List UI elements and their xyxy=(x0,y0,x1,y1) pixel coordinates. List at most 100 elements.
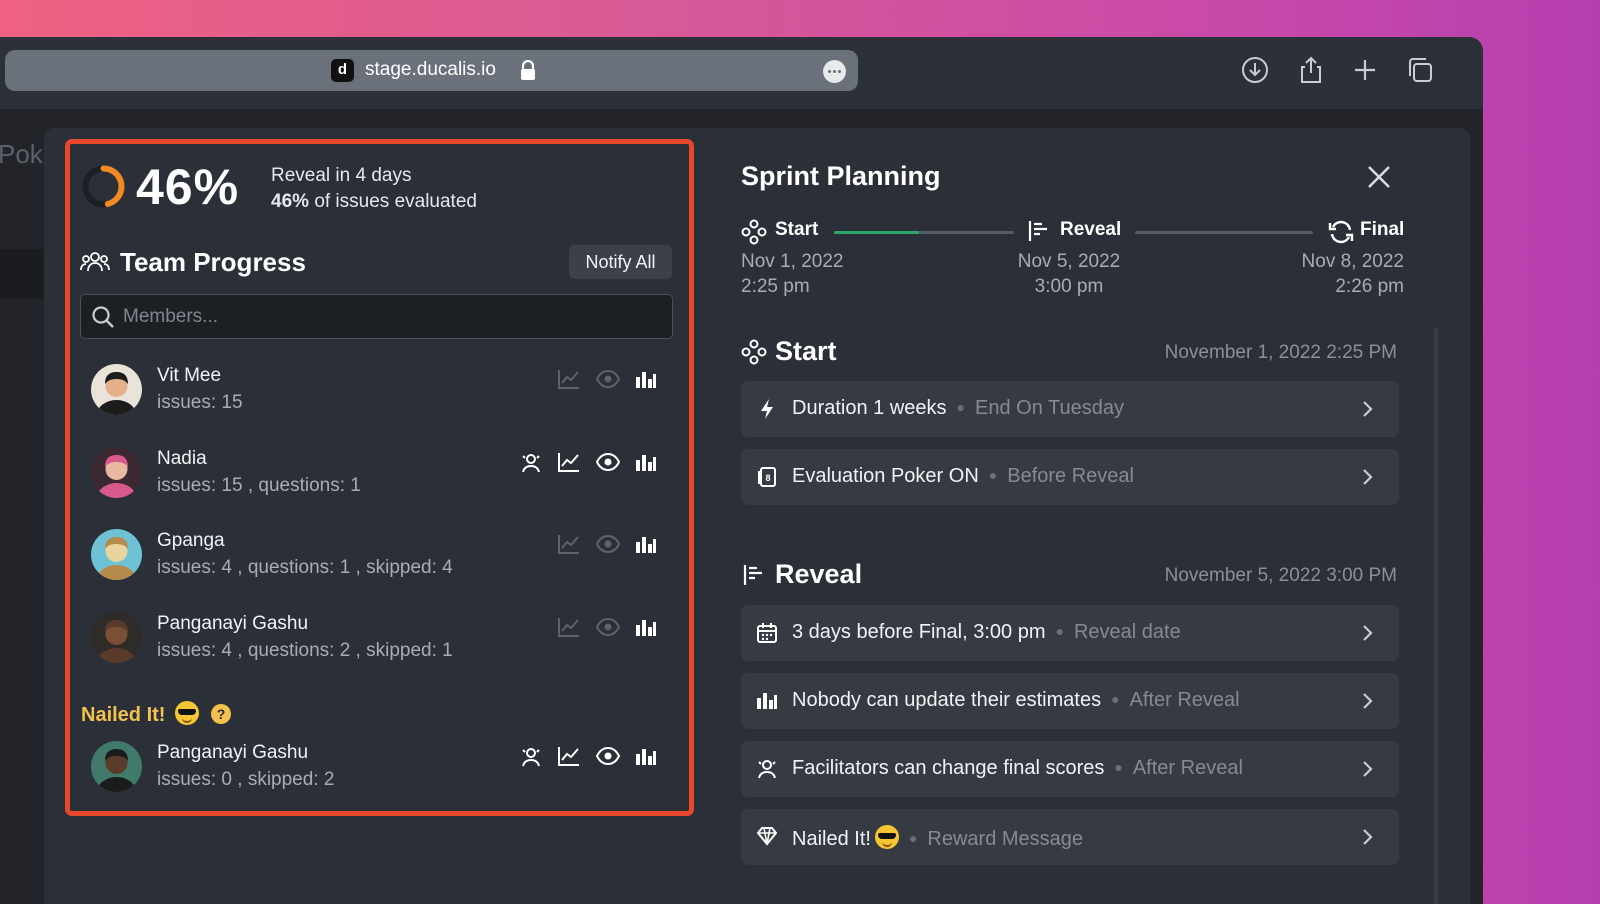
separator-dot: ● xyxy=(908,830,918,846)
final-date: Nov 8, 2022 xyxy=(1301,251,1404,272)
download-icon[interactable] xyxy=(1240,55,1270,85)
setting-row[interactable]: Nobody can update their estimates ● After … xyxy=(741,673,1399,729)
avatar xyxy=(91,741,142,792)
setting-row[interactable]: 8 Evaluation Poker ON ● Before Reveal xyxy=(741,449,1399,505)
start-section-icon xyxy=(741,339,767,365)
card-icon: 8 xyxy=(756,466,778,488)
timeline-reveal-date: Nov 5, 2022 3:00 pm xyxy=(1004,249,1134,299)
separator-dot: ● xyxy=(1055,623,1064,639)
setting-hint: After Reveal xyxy=(1129,689,1240,711)
timeline-progress xyxy=(834,231,919,234)
team-icon xyxy=(80,252,110,272)
team-progress-panel: 46% Reveal in 4 days 46% of issues evalu… xyxy=(65,139,694,816)
member-name: Vit Mee xyxy=(157,365,222,386)
site-favicon: d xyxy=(331,59,354,82)
timeline-start-date: Nov 1, 2022 2:25 pm xyxy=(741,249,843,299)
setting-row[interactable]: Facilitators can change final scores ● Aft… xyxy=(741,741,1399,797)
member-name: Gpanga xyxy=(157,530,225,551)
reveal-date: Nov 5, 2022 xyxy=(1017,251,1121,272)
member-row[interactable]: Vit Mee issues: 15 xyxy=(80,364,673,424)
setting-value: 3 days before Final, 3:00 pm xyxy=(792,621,1046,643)
reveal-section-title: Reveal xyxy=(775,559,863,589)
member-row[interactable]: Gpanga issues: 4 , questions: 1 , skippe… xyxy=(80,529,673,589)
eye-icon[interactable] xyxy=(595,617,621,639)
setting-row[interactable]: 3 days before Final, 3:00 pm ● Reveal date xyxy=(741,605,1399,661)
bars-icon xyxy=(756,690,778,712)
close-icon[interactable] xyxy=(1364,162,1394,192)
member-row[interactable]: Nadia issues: 15 , questions: 1 xyxy=(80,446,673,507)
members-search-input[interactable] xyxy=(123,301,653,333)
chart-icon[interactable] xyxy=(558,369,582,391)
chevron-right-icon xyxy=(1363,761,1373,777)
url-text[interactable]: stage.ducalis.io xyxy=(365,59,496,81)
evaluated-percent: 46% xyxy=(271,191,310,212)
search-icon xyxy=(92,306,114,328)
browser-toolbar: d stage.ducalis.io xyxy=(0,37,1483,109)
setting-text: Evaluation Poker ON ● Before Reveal xyxy=(792,465,1134,488)
setting-value: Nailed It! xyxy=(792,828,871,850)
share-icon[interactable] xyxy=(1296,55,1326,85)
setting-row[interactable]: Duration 1 weeks ● End On Tuesday xyxy=(741,381,1399,437)
progress-ring-icon xyxy=(82,165,125,208)
start-icon xyxy=(741,219,767,245)
setting-hint: Reveal date xyxy=(1073,621,1181,643)
bar-chart-icon[interactable] xyxy=(635,452,659,474)
svg-text:8: 8 xyxy=(765,473,770,483)
sunglasses-emoji-icon xyxy=(874,825,899,849)
scrollbar[interactable] xyxy=(1434,328,1438,904)
nailed-it-label: Nailed It! xyxy=(81,701,200,727)
setting-text: Duration 1 weeks ● End On Tuesday xyxy=(792,397,1124,420)
chevron-right-icon xyxy=(1363,829,1373,845)
chart-icon[interactable] xyxy=(558,617,582,639)
help-icon[interactable]: ? xyxy=(211,704,231,724)
tabs-overview-icon[interactable] xyxy=(1405,55,1435,85)
final-refresh-icon xyxy=(1328,220,1354,244)
member-row[interactable]: Panganayi Gashu issues: 4 , questions: 2… xyxy=(80,611,673,672)
member-name: Panganayi Gashu xyxy=(157,742,309,763)
member-name: Panganayi Gashu xyxy=(157,612,309,634)
lock-icon xyxy=(520,59,536,86)
new-tab-icon[interactable] xyxy=(1350,55,1380,85)
bar-chart-icon[interactable] xyxy=(635,369,659,391)
setting-value: Duration 1 weeks xyxy=(792,397,947,419)
eye-icon[interactable] xyxy=(595,534,621,556)
bar-chart-icon[interactable] xyxy=(635,617,659,639)
timeline-reveal-label: Reveal xyxy=(1060,219,1122,240)
setting-hint: Before Reveal xyxy=(1007,465,1134,487)
notify-all-button[interactable]: Notify All xyxy=(569,245,672,279)
evaluated-suffix: of issues evaluated xyxy=(314,191,477,212)
facilitator-icon xyxy=(756,758,778,780)
chevron-right-icon xyxy=(1363,469,1373,485)
chevron-right-icon xyxy=(1363,625,1373,641)
member-actions xyxy=(520,617,670,639)
chart-icon[interactable] xyxy=(558,534,582,556)
member-actions xyxy=(520,534,670,556)
eye-icon[interactable] xyxy=(595,369,621,391)
calendar-icon xyxy=(756,622,778,644)
reveal-time: 3:00 pm xyxy=(1034,276,1104,297)
setting-text: 3 days before Final, 3:00 pm ● Reveal date xyxy=(792,621,1181,644)
chart-icon[interactable] xyxy=(558,452,582,474)
address-bar[interactable]: d stage.ducalis.io xyxy=(5,50,858,91)
more-icon[interactable] xyxy=(823,60,846,83)
gem-icon xyxy=(756,826,778,848)
member-row[interactable]: Panganayi Gashu issues: 0 , skipped: 2 xyxy=(80,741,673,801)
bar-chart-icon[interactable] xyxy=(635,534,659,556)
avatar xyxy=(91,364,142,415)
avatar xyxy=(91,446,142,498)
chart-icon[interactable] xyxy=(558,746,582,768)
setting-row[interactable]: Nailed It! ● Reward Message xyxy=(741,809,1399,865)
sprint-planning-title: Sprint Planning xyxy=(741,161,941,191)
bar-chart-icon[interactable] xyxy=(635,746,659,768)
reveal-section-date: November 5, 2022 3:00 PM xyxy=(1164,565,1397,586)
nailed-it-text: Nailed It! xyxy=(81,704,166,726)
members-search[interactable] xyxy=(80,294,673,339)
facilitator-icon[interactable] xyxy=(520,452,544,474)
eye-icon[interactable] xyxy=(595,452,621,474)
eye-icon[interactable] xyxy=(595,746,621,768)
facilitator-icon[interactable] xyxy=(520,746,544,768)
member-actions xyxy=(520,452,670,474)
setting-text: Nailed It! ● Reward Message xyxy=(792,825,1083,851)
member-stats: issues: 4 , questions: 1 , skipped: 4 xyxy=(157,557,453,578)
separator-dot: ● xyxy=(1111,691,1120,707)
